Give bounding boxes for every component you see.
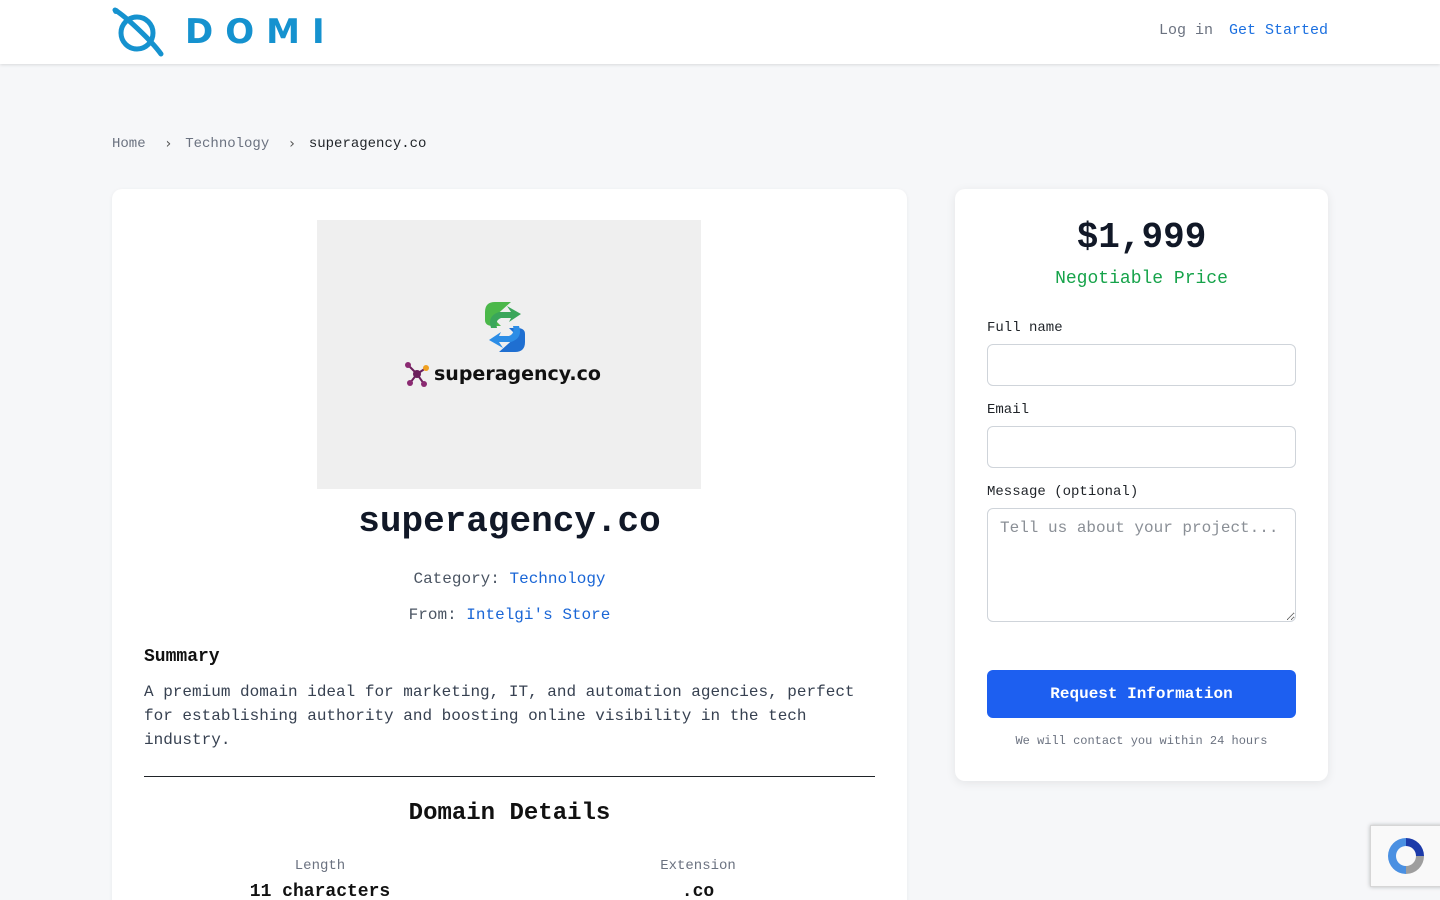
image-brand-name: superagency.co — [434, 363, 601, 385]
inquiry-card: $1,999 Negotiable Price Full name Email … — [955, 189, 1328, 781]
breadcrumb-category[interactable]: Technology — [185, 136, 269, 152]
login-link[interactable]: Log in — [1159, 22, 1213, 39]
request-information-button[interactable]: Request Information — [987, 670, 1296, 718]
email-label: Email — [987, 402, 1030, 418]
message-textarea[interactable] — [987, 508, 1296, 622]
category-label: Category: — [413, 570, 500, 588]
breadcrumb-current: superagency.co — [308, 136, 427, 152]
domain-details-heading: Domain Details — [408, 800, 611, 827]
email-input[interactable] — [987, 426, 1296, 468]
full-name-label: Full name — [987, 320, 1063, 336]
recaptcha-icon — [1388, 838, 1424, 874]
category-link[interactable]: Technology — [510, 570, 606, 588]
price: $1,999 — [1076, 217, 1207, 258]
price-note: Negotiable Price — [1055, 269, 1228, 289]
detail-length-value: 11 characters — [249, 882, 391, 900]
sync-arrows-icon — [485, 302, 525, 352]
domain-title: superagency.co — [358, 501, 661, 542]
section-divider — [144, 776, 875, 777]
category-line: Category: Technology — [112, 570, 907, 588]
detail-extension-value: .co — [681, 882, 715, 900]
planet-logo-icon — [112, 7, 164, 57]
chevron-right-icon: › — [289, 136, 295, 152]
breadcrumb-home[interactable]: Home — [112, 136, 146, 152]
site-logo[interactable]: DOMI — [111, 6, 337, 58]
image-brand-row: superagency.co — [404, 360, 601, 388]
detail-length: Length 11 characters — [220, 858, 420, 900]
seller-store-link[interactable]: Intelgi's Store — [466, 606, 610, 624]
domain-logo-image: superagency.co — [317, 220, 701, 489]
detail-extension: Extension .co — [598, 858, 798, 900]
detail-length-label: Length — [294, 858, 346, 874]
header-nav: Log in Get Started — [1159, 22, 1328, 39]
domain-listing-card: superagency.co superagency.co Category: … — [112, 189, 907, 900]
contact-note: We will contact you within 24 hours — [1015, 734, 1268, 748]
full-name-input[interactable] — [987, 344, 1296, 386]
molecule-icon — [405, 362, 429, 387]
message-label: Message (optional) — [987, 484, 1139, 500]
seller-label: From: — [408, 606, 457, 624]
seller-line: From: Intelgi's Store — [112, 606, 907, 624]
breadcrumb: Home › Technology › superagency.co — [112, 136, 426, 152]
chevron-right-icon: › — [165, 136, 172, 152]
summary-text: A premium domain ideal for marketing, IT… — [144, 683, 855, 749]
site-header: DOMI Log in Get Started — [0, 0, 1440, 64]
logo-text: DOMI — [185, 12, 337, 52]
recaptcha-badge[interactable] — [1370, 825, 1440, 887]
summary-heading: Summary — [144, 647, 220, 667]
detail-extension-label: Extension — [660, 858, 736, 874]
get-started-link[interactable]: Get Started — [1229, 22, 1328, 39]
